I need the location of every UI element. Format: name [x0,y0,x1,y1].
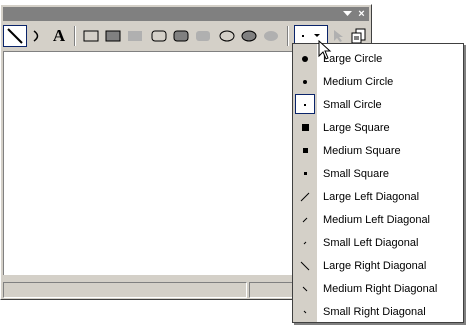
solid-rectangle-tool[interactable] [125,25,145,47]
solid-ellipse-tool[interactable] [261,25,281,47]
line-tool[interactable] [3,25,27,47]
menu-item-large-left-diagonal[interactable]: Large Left Diagonal [293,185,463,208]
solid-rounded-rectangle-icon [196,31,210,41]
toolbar-separator [74,26,76,46]
menu-item-label: Large Left Diagonal [323,190,420,203]
chevron-down-icon [314,34,320,37]
text-icon: A [52,26,66,45]
title-bar: × [3,7,369,21]
solid-ellipse-icon [264,31,278,41]
solid-rectangle-icon [128,31,142,41]
pointer-icon [334,30,343,42]
mouse-pointer-icon [318,40,332,60]
ellipse-tool[interactable] [217,25,237,47]
menu-item-small-left-diagonal[interactable]: Small Left Diagonal [293,231,463,254]
rounded-rectangle-icon [151,30,167,42]
menu-item-medium-right-diagonal[interactable]: Medium Right Diagonal [293,277,463,300]
small-square-icon [293,162,317,185]
arc-tool[interactable] [29,25,45,47]
arc-icon [33,30,39,42]
text-tool[interactable]: A [49,25,69,47]
menu-item-label: Medium Circle [323,75,394,88]
rounded-rectangle-tool[interactable] [149,25,169,47]
toolbar-separator [287,26,289,46]
medium-left-diagonal-icon [293,208,317,231]
menu-item-medium-circle[interactable]: Medium Circle [293,70,463,93]
filled-rounded-rectangle-tool[interactable] [171,25,191,47]
small-right-diagonal-icon [293,300,317,323]
menu-item-small-right-diagonal[interactable]: Small Right Diagonal [293,300,463,323]
filled-ellipse-tool[interactable] [239,25,259,47]
menu-item-large-right-diagonal[interactable]: Large Right Diagonal [293,254,463,277]
rectangle-tool[interactable] [81,25,101,47]
filled-ellipse-icon [241,30,257,42]
large-circle-icon [293,47,317,70]
large-right-diagonal-icon [293,254,317,277]
menu-item-label: Medium Square [323,144,401,157]
rectangle-icon [83,30,99,42]
menu-item-small-square[interactable]: Small Square [293,162,463,185]
solid-rounded-rectangle-tool[interactable] [193,25,213,47]
menu-item-large-square[interactable]: Large Square [293,116,463,139]
small-circle-icon [293,93,317,116]
large-square-icon [293,116,317,139]
large-left-diagonal-icon [293,185,317,208]
medium-right-diagonal-icon [293,277,317,300]
small-dot-icon [302,35,304,37]
menu-item-label: Small Left Diagonal [323,236,419,249]
medium-square-icon [293,139,317,162]
menu-item-small-circle[interactable]: Small Circle [293,93,463,116]
medium-circle-icon [293,70,317,93]
copy-icon [351,28,366,44]
menu-item-medium-square[interactable]: Medium Square [293,139,463,162]
menu-item-label: Medium Left Diagonal [323,213,431,226]
menu-item-label: Small Circle [323,98,382,111]
filled-rectangle-icon [105,30,121,42]
menu-item-label: Large Square [323,121,390,134]
chevron-down-icon[interactable] [341,8,354,20]
small-left-diagonal-icon [293,231,317,254]
menu-item-label: Large Right Diagonal [323,259,427,272]
close-button[interactable]: × [355,8,368,20]
menu-item-label: Small Right Diagonal [323,305,426,318]
menu-item-label: Small Square [323,167,390,180]
filled-rounded-rectangle-icon [173,30,189,42]
filled-rectangle-tool[interactable] [103,25,123,47]
brush-shape-menu: Large Circle Medium Circle Small Circle … [292,43,464,323]
ellipse-icon [219,30,235,42]
menu-item-medium-left-diagonal[interactable]: Medium Left Diagonal [293,208,463,231]
line-icon [7,28,23,44]
menu-item-label: Medium Right Diagonal [323,282,438,295]
status-pane [3,282,247,298]
